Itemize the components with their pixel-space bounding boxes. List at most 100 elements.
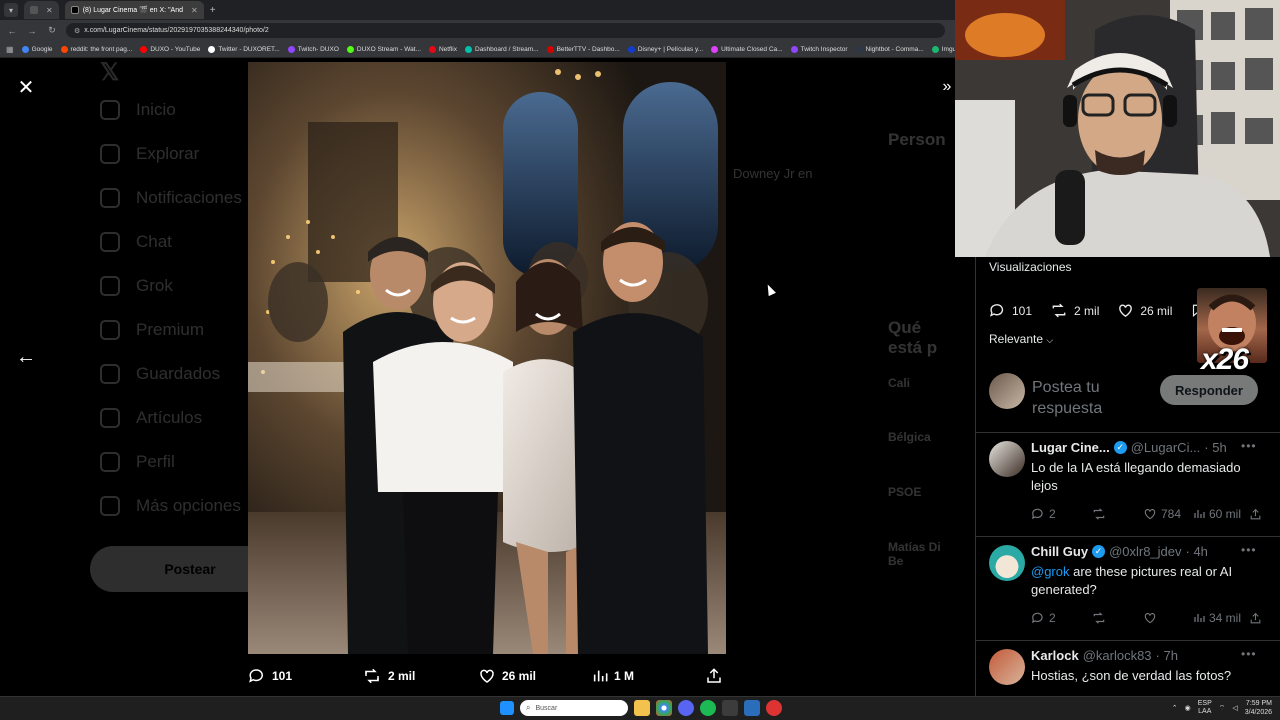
reply-reply-action[interactable]: 2 [1031, 507, 1091, 521]
reply-author-name[interactable]: Karlock [1031, 648, 1079, 663]
bookmark-item[interactable]: Imgur [931, 45, 955, 53]
share-action[interactable] [705, 667, 723, 685]
views-label: Visualizaciones [989, 260, 1072, 274]
panel-repost-stat[interactable]: 2 mil [1050, 302, 1099, 319]
language-indicator[interactable]: ESP LAA [1198, 700, 1212, 716]
bookmark-item[interactable]: Netflix [428, 45, 457, 53]
reply-author-handle[interactable]: @0xlr8_jdev [1109, 544, 1181, 559]
background-nav-item: Premium [100, 308, 260, 352]
bookmark-item[interactable]: Nightbot - Comma... [855, 45, 924, 53]
bookmark-item[interactable]: Twitch Inspector [790, 45, 848, 53]
file-explorer-icon[interactable] [634, 700, 650, 716]
site-info-icon[interactable]: ⚙ [74, 27, 80, 35]
forward-nav-icon[interactable]: → [26, 26, 38, 36]
reply-avatar[interactable] [989, 649, 1025, 685]
reply-action[interactable]: 101 [248, 667, 292, 685]
like-action[interactable]: 26 mil [478, 667, 536, 685]
tab-search-button[interactable]: ▾ [4, 3, 18, 17]
reply-reply-action[interactable]: 2 [1031, 611, 1091, 625]
bookmark-label: DUXO Stream - Wat... [356, 45, 421, 53]
previous-photo-button[interactable]: ← [14, 345, 38, 369]
panel-like-stat[interactable]: 26 mil [1117, 302, 1172, 319]
post-photo[interactable] [248, 62, 726, 654]
bookmark-item[interactable]: Twitch- DUXO [287, 45, 339, 53]
bookmark-item[interactable]: Dashboard / Stream... [465, 45, 539, 53]
bookmark-item[interactable]: Disney+ | Películas y... [627, 45, 703, 53]
url-field[interactable]: ⚙ x.com/LugarCinema/status/2029197035388… [66, 23, 945, 38]
start-menu-icon[interactable] [500, 701, 514, 715]
back-nav-icon[interactable]: ← [6, 26, 18, 36]
reply-share-action[interactable] [1249, 508, 1262, 521]
views-chart-icon [1194, 614, 1205, 622]
reply-item[interactable]: Karlock @karlock83 · 7h ••• Hostias, ¿so… [976, 641, 1280, 696]
close-tab-icon[interactable]: ✕ [191, 6, 198, 15]
more-options-icon[interactable]: ••• [1241, 439, 1257, 453]
reply-time[interactable]: · 7h [1156, 648, 1178, 663]
bookmark-item[interactable]: DUXO Stream - Wat... [346, 45, 421, 53]
grok-mention-link[interactable]: @grok [1031, 564, 1070, 579]
clock-date: 3/4/2026 [1244, 709, 1272, 716]
clock-time: 7:59 PM [1245, 700, 1272, 707]
panel-like-count: 26 mil [1140, 303, 1173, 318]
background-nav-icon [100, 496, 120, 516]
network-icon[interactable]: ◉ [1185, 704, 1191, 712]
reply-item[interactable]: Lugar Cine... ✓ @LugarCi... · 5h ••• Lo … [976, 433, 1280, 537]
close-tab-icon[interactable]: ✕ [46, 6, 53, 15]
reply-like-action[interactable] [1143, 611, 1193, 625]
address-bar-row: ← → ↻ ⚙ x.com/LugarCinema/status/2029197… [0, 20, 955, 41]
reply-avatar[interactable] [989, 441, 1025, 477]
reply-views-action[interactable]: 60 mil [1193, 507, 1249, 521]
reply-author-name[interactable]: Chill Guy [1031, 544, 1088, 559]
wifi-icon[interactable]: ⌔ [1219, 704, 1226, 713]
bookmark-item[interactable]: Ultimate Closed Ca... [711, 45, 783, 53]
close-viewer-button[interactable]: ✕ [14, 75, 38, 99]
new-tab-button[interactable]: + [210, 5, 216, 16]
reply-avatar[interactable] [989, 545, 1025, 581]
reply-item[interactable]: Chill Guy ✓ @0xlr8_jdev · 4h ••• @grok a… [976, 537, 1280, 641]
expand-panel-icon[interactable]: » [936, 75, 955, 99]
reply-views-action[interactable]: 34 mil [1193, 611, 1249, 625]
background-nav-label: Chat [136, 232, 172, 251]
reply-repost-action[interactable] [1091, 611, 1143, 625]
bookmark-item[interactable]: Twitter - DUXORET... [208, 45, 280, 53]
reply-author-handle[interactable]: @LugarCi... [1131, 440, 1201, 455]
reply-author-name[interactable]: Lugar Cine... [1031, 440, 1110, 455]
background-nav-icon [100, 144, 120, 164]
reply-like-action[interactable]: 784 [1143, 507, 1193, 521]
heart-icon [480, 669, 494, 683]
bookmark-item[interactable]: reddit: the front pag... [60, 45, 133, 53]
sort-dropdown[interactable]: Relevante ⌵ [989, 332, 1053, 346]
more-options-icon[interactable]: ••• [1241, 543, 1257, 557]
volume-icon[interactable]: ◁ [1232, 704, 1237, 712]
bookmark-label: reddit: the front pag... [70, 45, 133, 53]
bookmark-label: Twitch- DUXO [297, 45, 339, 53]
reload-icon[interactable]: ↻ [46, 25, 58, 36]
reply-repost-action[interactable] [1091, 507, 1143, 521]
reply-button[interactable]: Responder [1160, 375, 1258, 405]
tab-active[interactable]: (8) Lugar Cinema 🎬 en X: "And ✕ [64, 1, 204, 19]
spotify-icon[interactable] [700, 700, 716, 716]
steam-icon[interactable] [744, 700, 760, 716]
reply-time[interactable]: · 4h [1186, 544, 1208, 559]
app-icon[interactable] [722, 700, 738, 716]
reply-author-handle[interactable]: @karlock83 [1083, 648, 1152, 663]
views-action[interactable]: 1 M [592, 668, 634, 684]
bookmark-item[interactable]: DUXO - YouTube [140, 45, 200, 53]
discord-icon[interactable] [678, 700, 694, 716]
reply-time[interactable]: · 5h [1204, 440, 1226, 455]
more-options-icon[interactable]: ••• [1241, 647, 1257, 661]
clock[interactable]: 7:59 PM 3/4/2026 [1245, 699, 1272, 717]
apps-grid-icon[interactable]: ▦ [6, 45, 14, 54]
bookmark-item[interactable]: Google [21, 45, 53, 53]
reply-input[interactable]: Postea tu respuesta [1032, 377, 1142, 417]
obs-icon[interactable] [766, 700, 782, 716]
chrome-icon[interactable] [656, 700, 672, 716]
tab-inactive[interactable]: ✕ [24, 1, 59, 19]
bookmark-favicon-icon [428, 45, 436, 53]
tray-expand-icon[interactable]: ⌃ [1172, 704, 1178, 712]
panel-reply-stat[interactable]: 101 [989, 302, 1032, 319]
repost-action[interactable]: 2 mil [362, 667, 415, 685]
taskbar-search[interactable]: ⌕ Buscar [520, 700, 628, 716]
bookmark-item[interactable]: BetterTTV - Dashbo... [546, 45, 620, 53]
reply-share-action[interactable] [1249, 612, 1262, 625]
